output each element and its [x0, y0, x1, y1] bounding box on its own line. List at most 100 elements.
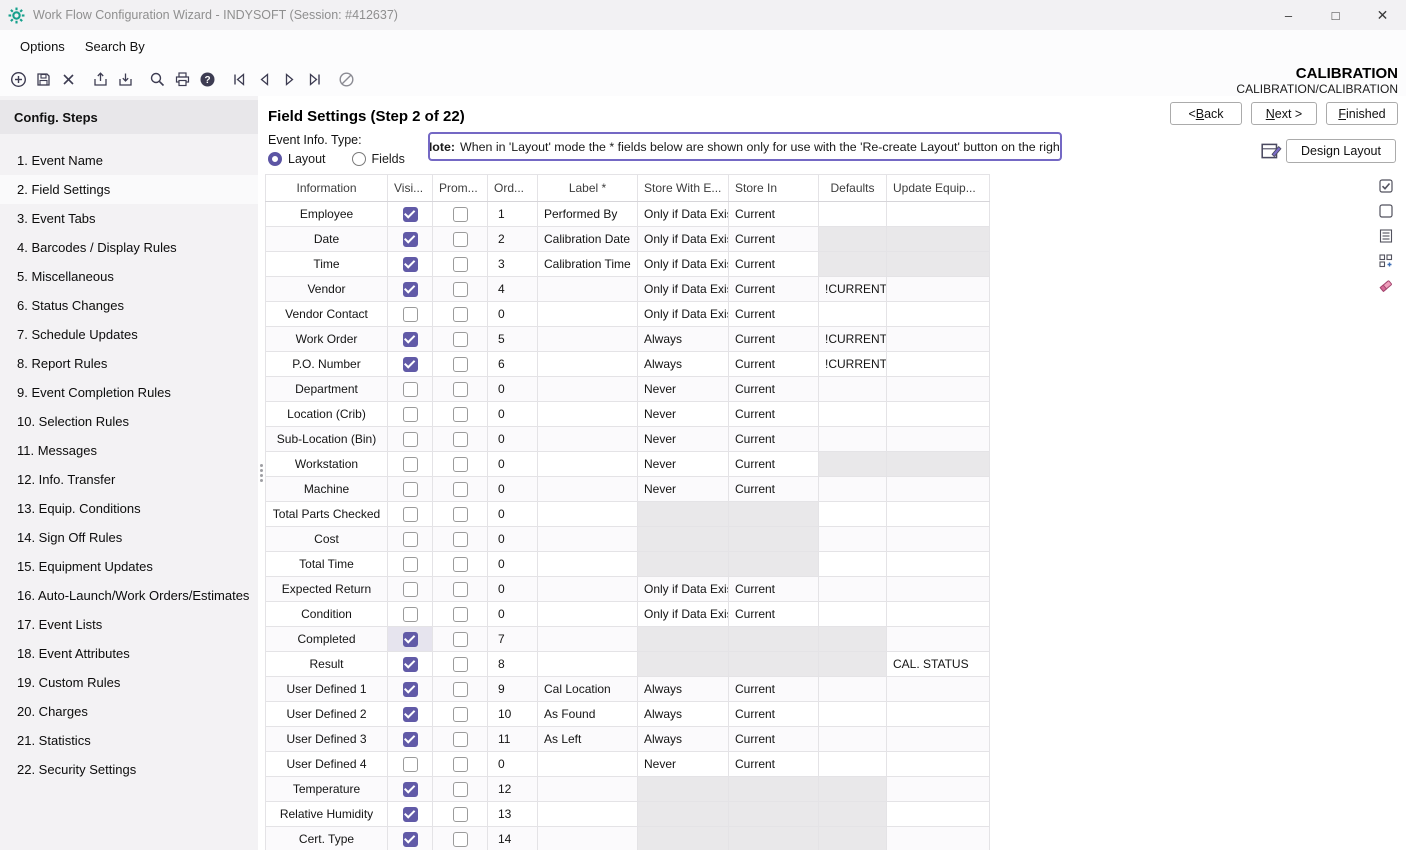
add-button[interactable]: [6, 66, 31, 92]
column-header-store_with[interactable]: Store With E...: [638, 175, 729, 202]
prompt-checkbox[interactable]: [453, 457, 468, 472]
sidebar-item-step-20[interactable]: 20. Charges: [0, 697, 258, 726]
cell-store_with[interactable]: Never: [638, 752, 729, 777]
cell-update[interactable]: [887, 602, 990, 627]
prompt-checkbox[interactable]: [453, 232, 468, 247]
cell-store_in[interactable]: Current: [729, 277, 819, 302]
cell-order[interactable]: 7: [488, 627, 538, 652]
cell-order[interactable]: 12: [488, 777, 538, 802]
visible-checkbox[interactable]: [403, 332, 418, 347]
cell-defaults[interactable]: !CURRENT_V: [819, 277, 887, 302]
prompt-checkbox[interactable]: [453, 207, 468, 222]
prompt-checkbox[interactable]: [453, 782, 468, 797]
cell-label[interactable]: [538, 577, 638, 602]
cell-label[interactable]: [538, 602, 638, 627]
cell-update[interactable]: [887, 502, 990, 527]
visible-checkbox[interactable]: [403, 257, 418, 272]
cell-store_in[interactable]: Current: [729, 602, 819, 627]
cell-order[interactable]: 1: [488, 202, 538, 227]
cell-update[interactable]: [887, 627, 990, 652]
design-layout-icon[interactable]: [1260, 140, 1282, 162]
cell-order[interactable]: 0: [488, 527, 538, 552]
visible-checkbox[interactable]: [403, 357, 418, 372]
cell-store_with[interactable]: Only if Data Exist: [638, 577, 729, 602]
last-record-button[interactable]: [302, 66, 327, 92]
sidebar-item-step-12[interactable]: 12. Info. Transfer: [0, 465, 258, 494]
cell-label[interactable]: [538, 427, 638, 452]
cell-order[interactable]: 0: [488, 552, 538, 577]
cell-update[interactable]: [887, 752, 990, 777]
cell-defaults[interactable]: [819, 677, 887, 702]
prompt-checkbox[interactable]: [453, 632, 468, 647]
visible-checkbox[interactable]: [403, 607, 418, 622]
next-button[interactable]: Next >: [1251, 102, 1317, 125]
cell-store_with[interactable]: Always: [638, 727, 729, 752]
cell-label[interactable]: As Left: [538, 727, 638, 752]
cell-label[interactable]: [538, 352, 638, 377]
cancel-button[interactable]: [334, 66, 359, 92]
sidebar-item-step-6[interactable]: 6. Status Changes: [0, 291, 258, 320]
cell-update[interactable]: [887, 377, 990, 402]
delete-button[interactable]: [56, 66, 81, 92]
column-layout-button[interactable]: [1377, 252, 1394, 269]
visible-checkbox[interactable]: [403, 832, 418, 847]
column-header-order[interactable]: Ord...: [488, 175, 538, 202]
prompt-checkbox[interactable]: [453, 757, 468, 772]
visible-checkbox[interactable]: [403, 707, 418, 722]
cell-store_with[interactable]: Always: [638, 702, 729, 727]
cell-label[interactable]: Calibration Time: [538, 252, 638, 277]
cell-label[interactable]: [538, 452, 638, 477]
cell-store_in[interactable]: Current: [729, 352, 819, 377]
cell-order[interactable]: 4: [488, 277, 538, 302]
cell-label[interactable]: Performed By: [538, 202, 638, 227]
visible-checkbox[interactable]: [403, 482, 418, 497]
cell-store_with[interactable]: Always: [638, 327, 729, 352]
cell-label[interactable]: [538, 302, 638, 327]
cell-label[interactable]: [538, 652, 638, 677]
cell-defaults[interactable]: [819, 727, 887, 752]
prompt-checkbox[interactable]: [453, 507, 468, 522]
search-button[interactable]: [145, 66, 170, 92]
uncheck-all-button[interactable]: [1377, 202, 1394, 219]
cell-order[interactable]: 3: [488, 252, 538, 277]
sidebar-item-step-8[interactable]: 8. Report Rules: [0, 349, 258, 378]
cell-label[interactable]: Cal Location: [538, 677, 638, 702]
cell-defaults[interactable]: !CURRENT_W: [819, 327, 887, 352]
visible-checkbox[interactable]: [403, 382, 418, 397]
menu-options[interactable]: Options: [10, 34, 75, 59]
cell-update[interactable]: [887, 352, 990, 377]
prompt-checkbox[interactable]: [453, 382, 468, 397]
visible-checkbox[interactable]: [403, 582, 418, 597]
sidebar-item-step-5[interactable]: 5. Miscellaneous: [0, 262, 258, 291]
cell-label[interactable]: [538, 377, 638, 402]
cell-defaults[interactable]: [819, 302, 887, 327]
visible-checkbox[interactable]: [403, 282, 418, 297]
cell-defaults[interactable]: [819, 402, 887, 427]
cell-defaults[interactable]: [819, 752, 887, 777]
prompt-checkbox[interactable]: [453, 557, 468, 572]
save-button[interactable]: [31, 66, 56, 92]
cell-update[interactable]: CAL. STATUS: [887, 652, 990, 677]
cell-label[interactable]: [538, 477, 638, 502]
cell-label[interactable]: [538, 627, 638, 652]
cell-store_with[interactable]: Never: [638, 427, 729, 452]
cell-defaults[interactable]: [819, 502, 887, 527]
cell-update[interactable]: [887, 302, 990, 327]
visible-checkbox[interactable]: [403, 307, 418, 322]
cell-store_with[interactable]: Only if Data Exist: [638, 302, 729, 327]
visible-checkbox[interactable]: [403, 732, 418, 747]
finished-button[interactable]: Finished: [1326, 102, 1398, 125]
fields-radio[interactable]: Fields: [352, 152, 405, 166]
cell-store_in[interactable]: Current: [729, 327, 819, 352]
cell-defaults[interactable]: [819, 427, 887, 452]
prompt-checkbox[interactable]: [453, 607, 468, 622]
import-button[interactable]: [113, 66, 138, 92]
print-button[interactable]: [170, 66, 195, 92]
column-header-visible[interactable]: Visi...: [388, 175, 433, 202]
sidebar-item-step-22[interactable]: 22. Security Settings: [0, 755, 258, 784]
cell-label[interactable]: [538, 502, 638, 527]
visible-checkbox[interactable]: [403, 207, 418, 222]
prompt-checkbox[interactable]: [453, 307, 468, 322]
prompt-checkbox[interactable]: [453, 407, 468, 422]
cell-order[interactable]: 0: [488, 452, 538, 477]
